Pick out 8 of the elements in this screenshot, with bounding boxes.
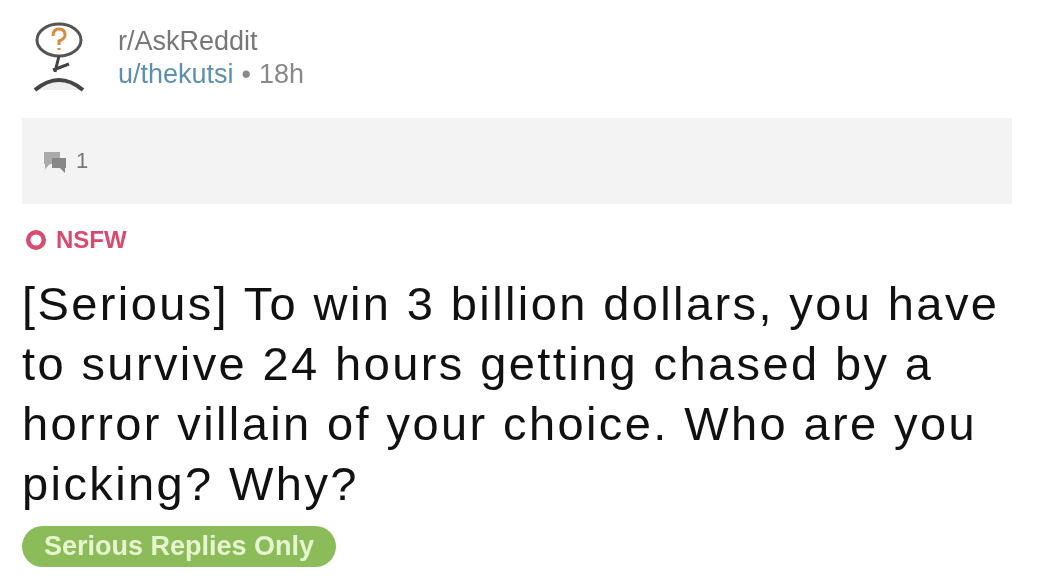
post-flair: Serious Replies Only <box>22 526 337 567</box>
post-age: 18h <box>259 59 305 90</box>
separator-dot: • <box>241 59 252 90</box>
post-title[interactable]: [Serious] To win 3 billion dollars, you have to survive 24 hours getting chased by a horror villain of your choice. Who are you picking? Why? <box>22 274 1022 514</box>
nsfw-label: NSFW <box>56 226 127 254</box>
author-link[interactable]: u/thekutsi <box>118 59 234 90</box>
comment-count: 1 <box>76 148 89 174</box>
subreddit-link[interactable]: r/AskReddit <box>118 26 305 57</box>
